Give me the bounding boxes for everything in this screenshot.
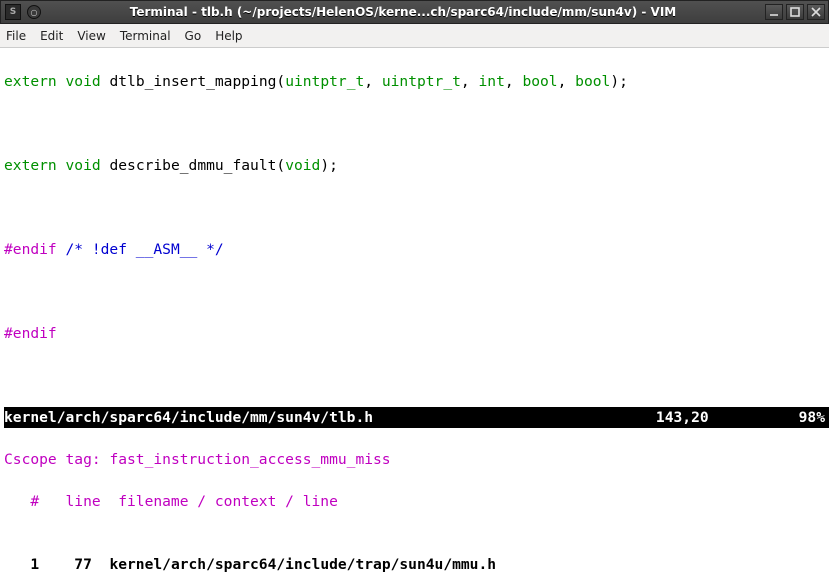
code-line: #endif /* !def __ASM__ */: [4, 239, 829, 260]
code-line: #endif: [4, 323, 829, 344]
status-position: 143,20: [656, 407, 709, 428]
menu-help[interactable]: Help: [215, 29, 242, 43]
window-controls: [765, 4, 825, 20]
minimize-button[interactable]: [765, 4, 783, 20]
cscope-header: # line filename / context / line: [4, 491, 829, 512]
cscope-row: 1 77 kernel/arch/sparc64/include/trap/su…: [4, 554, 829, 575]
code-line: extern void describe_dmmu_fault(void);: [4, 155, 829, 176]
menu-terminal[interactable]: Terminal: [120, 29, 171, 43]
maximize-button[interactable]: [786, 4, 804, 20]
menubar: File Edit View Terminal Go Help: [0, 24, 829, 48]
menu-edit[interactable]: Edit: [40, 29, 63, 43]
code-line: extern void dtlb_insert_mapping(uintptr_…: [4, 71, 829, 92]
window-titlebar: S ○ Terminal - tlb.h (~/projects/HelenOS…: [0, 0, 829, 24]
vim-statusline: kernel/arch/sparc64/include/mm/sun4v/tlb…: [4, 407, 829, 428]
code-line: [4, 281, 829, 302]
cscope-tag-line: Cscope tag: fast_instruction_access_mmu_…: [4, 449, 829, 470]
sticky-toggle-icon[interactable]: ○: [27, 5, 41, 19]
menu-file[interactable]: File: [6, 29, 26, 43]
code-line: [4, 365, 829, 386]
code-line: [4, 113, 829, 134]
app-icon: S: [5, 4, 21, 20]
menu-view[interactable]: View: [77, 29, 105, 43]
terminal-area[interactable]: extern void dtlb_insert_mapping(uintptr_…: [0, 48, 829, 588]
close-button[interactable]: [807, 4, 825, 20]
status-percent: 98%: [799, 407, 825, 428]
menu-go[interactable]: Go: [185, 29, 202, 43]
status-file: kernel/arch/sparc64/include/mm/sun4v/tlb…: [4, 407, 373, 428]
window-title: Terminal - tlb.h (~/projects/HelenOS/ker…: [41, 5, 765, 19]
code-line: [4, 197, 829, 218]
